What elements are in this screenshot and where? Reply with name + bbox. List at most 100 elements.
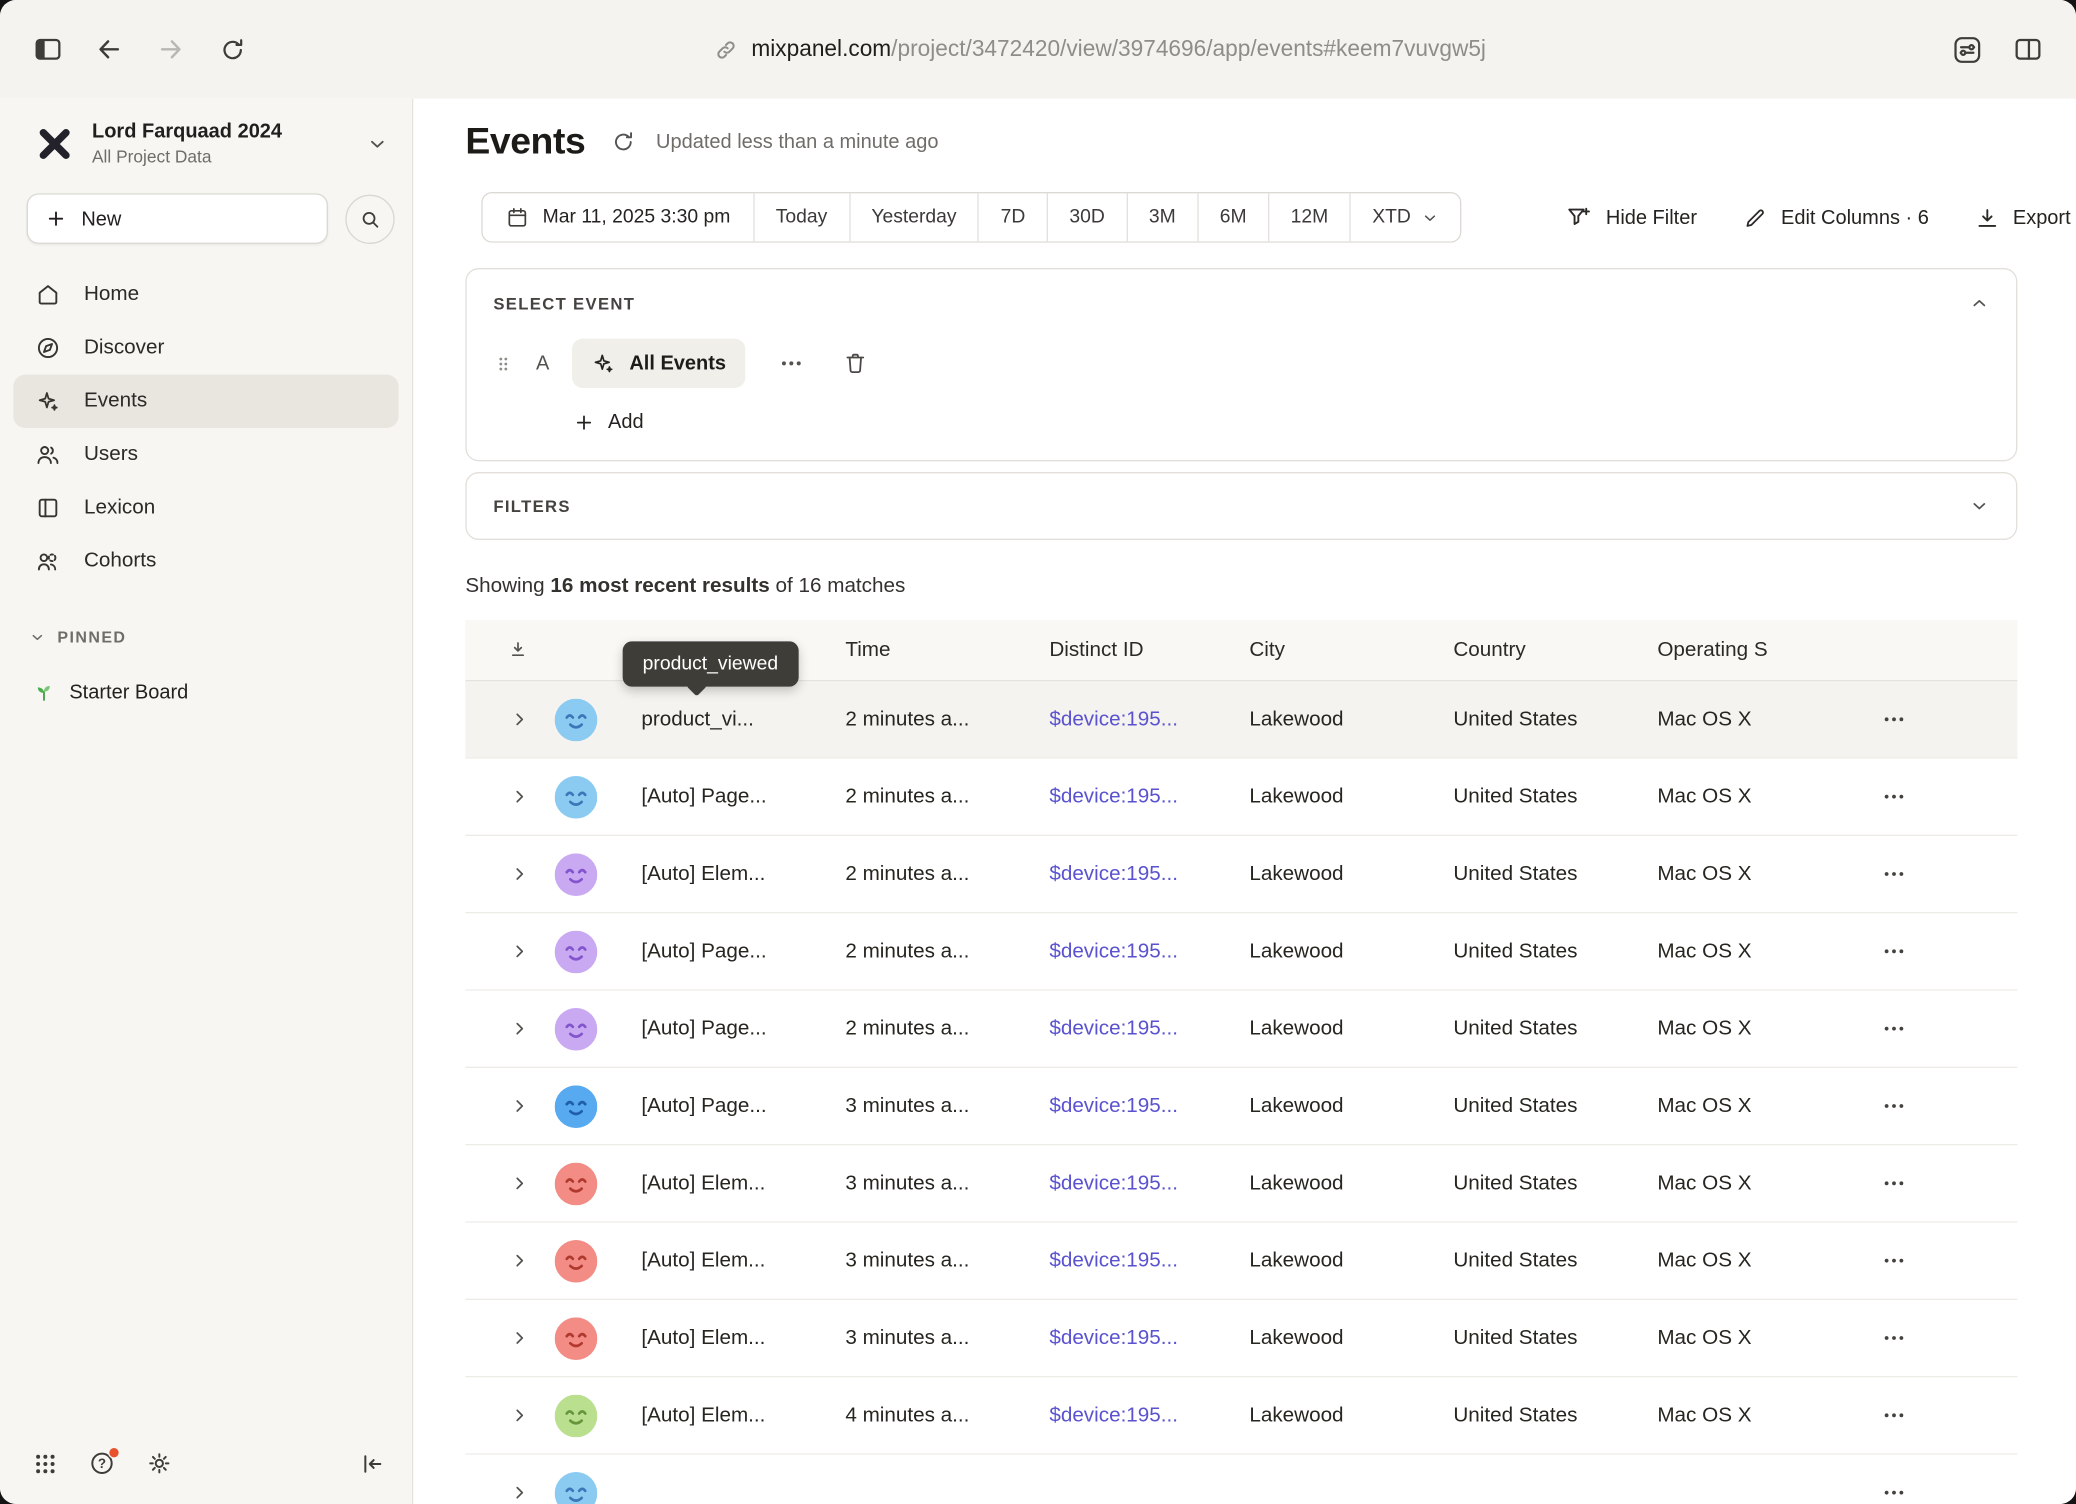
distinct-id-link[interactable]: $device:195...	[1049, 939, 1249, 963]
project-selector[interactable]: Lord Farquaad 2024 All Project Data	[0, 99, 412, 178]
address-bar[interactable]: mixpanel.com/project/3472420/view/397469…	[259, 36, 1940, 63]
date-range-option[interactable]: Yesterday	[849, 193, 978, 241]
date-range-option[interactable]: Today	[753, 193, 849, 241]
expand-row-icon[interactable]	[509, 1405, 529, 1425]
column-header-time[interactable]: Time	[845, 638, 1049, 662]
row-actions-icon[interactable]	[1881, 1016, 1906, 1041]
expand-row-icon[interactable]	[509, 709, 529, 729]
collapse-all-icon[interactable]	[507, 639, 530, 662]
column-header-city[interactable]: City	[1249, 638, 1453, 662]
country-cell: United States	[1453, 1403, 1657, 1427]
column-header-distinct-id[interactable]: Distinct ID	[1049, 638, 1249, 662]
sidebar-item-cohorts[interactable]: Cohorts	[13, 535, 398, 588]
apps-grid-icon[interactable]	[32, 1450, 59, 1477]
add-event-button[interactable]: Add	[573, 411, 643, 434]
expand-row-icon[interactable]	[509, 1019, 529, 1039]
row-actions-icon[interactable]	[1881, 939, 1906, 964]
browser-page-settings-icon[interactable]	[1940, 24, 1993, 75]
hide-filter-button[interactable]: Hide Filter	[1566, 204, 1697, 231]
table-row[interactable]: [Auto] Elem... 4 minutes a... $device:19…	[465, 1377, 2017, 1454]
table-row[interactable]: [Auto] Page... 2 minutes a... $device:19…	[465, 913, 2017, 990]
browser-split-view-icon[interactable]	[2001, 24, 2054, 75]
column-header-os[interactable]: Operating S	[1657, 638, 1881, 662]
date-range-option[interactable]: 12M	[1268, 193, 1350, 241]
export-button[interactable]: Export	[1974, 205, 2070, 230]
date-range-option-xtd[interactable]: XTD	[1350, 193, 1461, 241]
browser-sidebar-toggle-icon[interactable]	[21, 24, 74, 75]
table-row[interactable]: [Auto] Page... 2 minutes a... $device:19…	[465, 759, 2017, 836]
table-row[interactable]: [Auto] Page... 2 minutes a... $device:19…	[465, 991, 2017, 1068]
chevron-up-icon[interactable]	[1969, 293, 1989, 313]
edit-columns-button[interactable]: Edit Columns · 6	[1742, 205, 1928, 230]
table-row[interactable]: [Auto] Elem... 3 minutes a... $device:19…	[465, 1223, 2017, 1300]
sidebar-item-events[interactable]: Events	[13, 375, 398, 428]
help-icon[interactable]: ?	[88, 1449, 116, 1477]
distinct-id-link[interactable]: $device:195...	[1049, 1249, 1249, 1273]
row-actions-icon[interactable]	[1881, 1171, 1906, 1196]
expand-row-icon[interactable]	[509, 864, 529, 884]
expand-row-icon[interactable]	[509, 787, 529, 807]
pinned-section-toggle[interactable]: PINNED	[0, 628, 412, 647]
chevron-down-icon[interactable]	[1969, 496, 1989, 516]
sidebar-item-home[interactable]: Home	[13, 268, 398, 321]
table-row[interactable]	[465, 1455, 2017, 1504]
expand-row-icon[interactable]	[509, 1251, 529, 1271]
expand-row-icon[interactable]	[509, 1173, 529, 1193]
table-row[interactable]: [Auto] Elem... 2 minutes a... $device:19…	[465, 836, 2017, 913]
expand-row-icon[interactable]	[509, 1096, 529, 1116]
distinct-id-link[interactable]: $device:195...	[1049, 1094, 1249, 1118]
row-actions-icon[interactable]	[1881, 1093, 1906, 1118]
trash-icon[interactable]	[842, 351, 867, 376]
date-range-option[interactable]: 7D	[978, 193, 1047, 241]
event-name-cell: [Auto] Page...	[641, 1017, 845, 1041]
distinct-id-link[interactable]: $device:195...	[1049, 1403, 1249, 1427]
row-actions-icon[interactable]	[1881, 1325, 1906, 1350]
svg-text:?: ?	[98, 1456, 106, 1471]
date-range-option[interactable]: 6M	[1197, 193, 1268, 241]
distinct-id-link[interactable]: $device:195...	[1049, 1326, 1249, 1350]
chevron-down-icon	[29, 629, 45, 645]
table-row[interactable]: [Auto] Page... 3 minutes a... $device:19…	[465, 1068, 2017, 1145]
search-button[interactable]	[345, 194, 394, 243]
new-button[interactable]: New	[27, 193, 328, 244]
row-actions-icon[interactable]	[1881, 1480, 1906, 1504]
column-header-country[interactable]: Country	[1453, 638, 1657, 662]
browser-back-icon[interactable]	[83, 24, 136, 75]
sidebar-item-starter-board[interactable]: Starter Board	[0, 671, 412, 714]
sidebar-item-discover[interactable]: Discover	[13, 321, 398, 374]
expand-row-icon[interactable]	[509, 1483, 529, 1503]
browser-forward-icon[interactable]	[144, 24, 197, 75]
row-actions-icon[interactable]	[1881, 1403, 1906, 1428]
distinct-id-link[interactable]: $device:195...	[1049, 862, 1249, 886]
date-picker-button[interactable]: Mar 11, 2025 3:30 pm	[483, 193, 753, 241]
date-range-option[interactable]: 3M	[1126, 193, 1197, 241]
date-range-option[interactable]: 30D	[1047, 193, 1126, 241]
row-actions-icon[interactable]	[1881, 784, 1906, 809]
table-row[interactable]: [Auto] Elem... 3 minutes a... $device:19…	[465, 1300, 2017, 1377]
row-actions-icon[interactable]	[1881, 861, 1906, 886]
os-cell: Mac OS X	[1657, 1017, 1881, 1041]
sidebar-item-users[interactable]: Users	[13, 428, 398, 481]
event-more-options-icon[interactable]	[778, 351, 803, 376]
event-selector-chip[interactable]: All Events	[572, 339, 745, 388]
collapse-sidebar-icon[interactable]	[359, 1450, 386, 1477]
distinct-id-link[interactable]: $device:195...	[1049, 707, 1249, 731]
distinct-id-link[interactable]: $device:195...	[1049, 1171, 1249, 1195]
expand-row-icon[interactable]	[509, 941, 529, 961]
sidebar-item-lexicon[interactable]: Lexicon	[13, 481, 398, 534]
browser-reload-icon[interactable]	[205, 24, 258, 75]
main-content: Events Updated less than a minute ago Ma…	[413, 99, 2076, 1504]
distinct-id-link[interactable]: $device:195...	[1049, 785, 1249, 809]
distinct-id-link[interactable]: $device:195...	[1049, 1017, 1249, 1041]
gear-icon[interactable]	[145, 1449, 173, 1477]
row-actions-icon[interactable]	[1881, 1248, 1906, 1273]
expand-row-icon[interactable]	[509, 1328, 529, 1348]
row-actions-icon[interactable]	[1881, 707, 1906, 732]
browser-toolbar: mixpanel.com/project/3472420/view/397469…	[0, 0, 2076, 99]
table-row[interactable]: [Auto] Elem... 3 minutes a... $device:19…	[465, 1145, 2017, 1222]
drag-handle-icon[interactable]	[493, 351, 513, 375]
time-cell: 2 minutes a...	[845, 939, 1049, 963]
event-name-cell: [Auto] Elem...	[641, 1326, 845, 1350]
results-count: 16 most recent results	[550, 575, 769, 598]
refresh-icon[interactable]	[611, 129, 636, 154]
